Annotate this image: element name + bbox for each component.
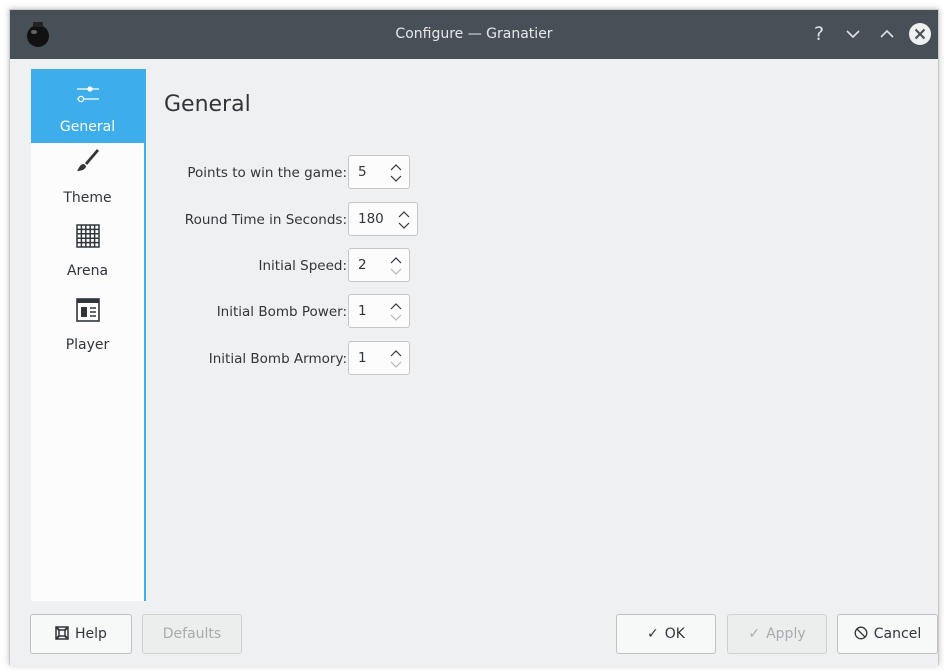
configure-dialog: Configure — Granatier ? General Theme Ar… [9,9,939,666]
spin-arrows-icon[interactable] [389,255,403,277]
ok-button[interactable]: ✓ OK [616,614,716,654]
check-icon: ✓ [647,626,659,642]
help-button-label: Help [75,626,107,642]
spin-arrows-icon[interactable] [389,348,403,370]
brush-icon [77,149,99,171]
defaults-button[interactable]: Defaults [142,614,242,654]
close-icon[interactable] [908,22,932,46]
spin-arrows-icon[interactable] [389,301,403,323]
title-bar[interactable]: Configure — Granatier ? [10,10,938,59]
sliders-icon [77,86,99,103]
initial-bomb-power-label: Initial Bomb Power: [216,304,347,320]
initial-speed-label: Initial Speed: [258,258,347,274]
apply-button-label: Apply [766,626,806,642]
lifebuoy-icon [55,626,69,640]
initial-speed-spinbox[interactable]: 2 [348,248,410,282]
points-to-win-value: 5 [358,164,367,180]
check-icon: ✓ [748,626,761,642]
initial-bomb-power-value: 1 [358,303,367,319]
sidebar-item-general[interactable]: General [31,69,144,143]
sidebar-item-arena[interactable]: Arena [31,217,144,291]
minimize-chevron-down-icon[interactable] [842,23,864,45]
points-to-win-label: Points to win the game: [187,165,347,181]
window-title: Configure — Granatier [395,26,553,42]
spin-arrows-icon[interactable] [389,162,403,184]
initial-bomb-power-spinbox[interactable]: 1 [348,294,410,328]
sidebar-item-player[interactable]: Player [31,291,144,365]
round-time-value: 180 [358,211,384,227]
cancel-button-label: Cancel [873,626,922,642]
page-list-sidebar: General Theme Arena Player [31,69,146,601]
defaults-button-label: Defaults [162,626,222,642]
initial-bomb-armory-spinbox[interactable]: 1 [348,341,410,375]
sidebar-item-label: General [59,119,116,135]
sidebar-item-label: Theme [63,190,112,206]
cancel-button[interactable]: Cancel [837,614,938,654]
sidebar-item-theme[interactable]: Theme [31,143,144,217]
sidebar-item-label: Arena [66,263,109,279]
maximize-chevron-up-icon[interactable] [876,23,898,45]
sidebar-item-label: Player [65,337,110,353]
cancel-icon [854,626,868,640]
points-to-win-spinbox[interactable]: 5 [348,155,410,189]
round-time-spinbox[interactable]: 180 [348,202,418,236]
grid-icon [76,224,100,248]
apply-button[interactable]: ✓ Apply [727,614,827,654]
ok-button-label: OK [664,626,685,642]
help-button[interactable]: Help [30,614,132,654]
initial-speed-value: 2 [358,257,367,273]
dialog-content: General Theme Arena Player General Point… [10,59,938,666]
round-time-label: Round Time in Seconds: [184,212,347,228]
initial-bomb-armory-value: 1 [358,350,367,366]
help-question-icon[interactable]: ? [808,23,830,45]
initial-bomb-armory-label: Initial Bomb Armory: [208,351,347,367]
player-form-icon [76,298,100,322]
spin-arrows-icon[interactable] [397,209,411,231]
page-title: General [164,92,251,117]
